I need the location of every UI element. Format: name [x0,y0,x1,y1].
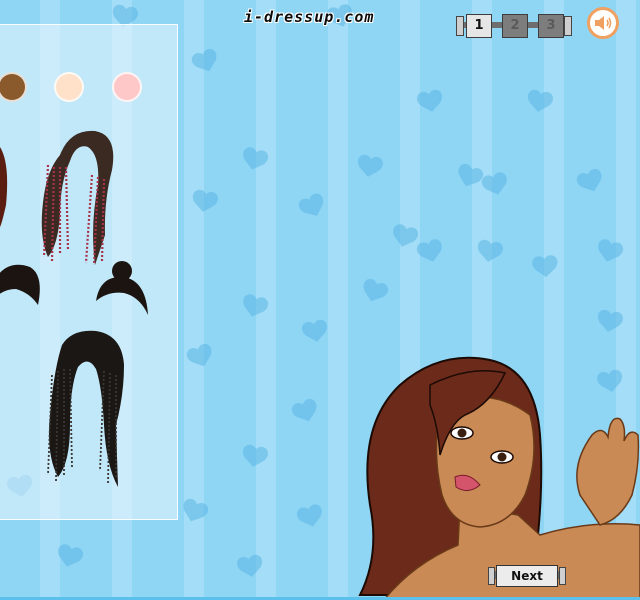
pager-left-cap [456,16,464,36]
speaker-icon [595,16,612,30]
next-right-cap [559,567,566,585]
next-button-group: Next [488,565,566,587]
game-stage: i-dressup.com 1 2 3 Next [0,0,640,600]
doll-model [358,356,640,600]
sound-toggle-button[interactable] [587,7,619,39]
next-button[interactable]: Next [496,565,558,587]
pager-right-cap [564,16,572,36]
pink-hair-color-swatch[interactable] [112,72,142,102]
short-hairstyle-option[interactable] [0,264,40,305]
brand-logo[interactable]: i-dressup.com [244,8,374,26]
peach-hair-color-swatch[interactable] [54,72,84,102]
page-selector: 1 2 3 [456,12,572,38]
raised-hand [576,417,640,526]
red-braids-hairstyle-option[interactable] [41,130,114,266]
hairstyle-options [0,130,148,487]
next-left-cap [488,567,495,585]
page-button-3[interactable]: 3 [538,14,564,38]
partial-hairstyle-option[interactable] [0,147,8,227]
long-black-braids-hairstyle-option[interactable] [47,330,124,487]
bun-hairstyle-option[interactable] [96,261,148,315]
page-button-1[interactable]: 1 [466,14,492,38]
page-button-2[interactable]: 2 [502,14,528,38]
